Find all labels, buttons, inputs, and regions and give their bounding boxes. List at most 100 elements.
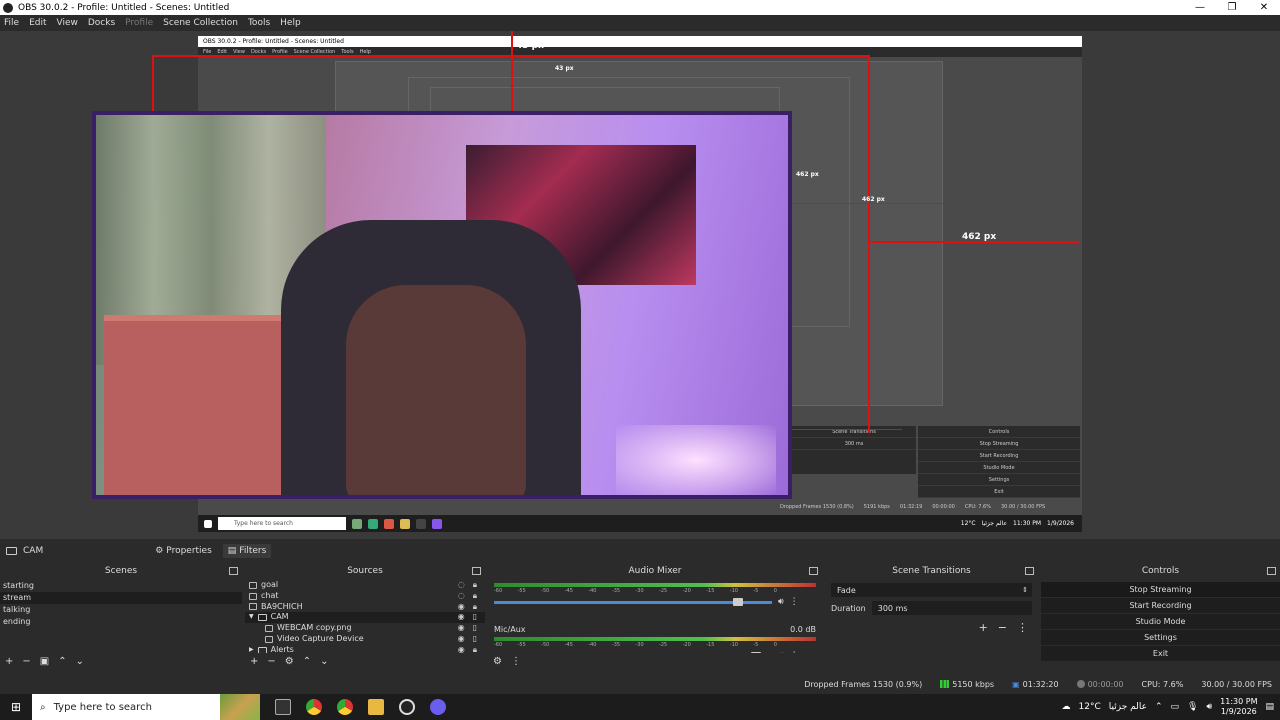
weather-temp: 12°C [1078,702,1101,712]
windows-start-icon[interactable]: ⊞ [0,694,32,720]
undock-icon[interactable] [1025,567,1034,575]
eye-icon[interactable]: ◉ [458,634,465,645]
lock-icon[interactable]: 🔒︎ [473,580,477,591]
expand-arrow-icon[interactable]: ▶ [249,645,254,653]
menu-view[interactable]: View [57,18,78,28]
nested-exit: Exit [918,486,1080,498]
speaker-icon[interactable]: 🔊︎ [778,597,784,607]
volume-slider-knob[interactable] [751,651,762,653]
menu-profile[interactable]: Profile [125,18,153,28]
remove-transition-icon[interactable]: − [998,621,1007,634]
network-icon[interactable]: ▭ [1171,702,1180,712]
source-item[interactable]: BA9CHICH ◉ 🔒︎ [245,602,485,613]
exit-button[interactable]: Exit [1041,646,1280,662]
preview-area[interactable]: OBS 30.0.2 - Profile: Untitled - Scenes:… [0,31,1280,539]
scene-item[interactable]: talking [0,604,242,616]
volume-slider-knob[interactable] [732,597,743,606]
menu-help[interactable]: Help [280,18,301,28]
obs-logo-icon [3,2,13,13]
properties-button[interactable]: ⚙ Properties [150,544,217,558]
scene-item[interactable]: stream [0,592,242,604]
menu-scene-collection[interactable]: Scene Collection [163,18,238,28]
more-icon[interactable]: ⋮ [790,651,799,653]
add-transition-icon[interactable]: + [979,621,988,634]
scene-filters-icon[interactable]: ▣ [40,656,49,667]
sources-list[interactable]: goal ◌ 🔒︎ chat ◌ 🔒︎ BA9CHICH ◉ 🔒︎ ▼ CAM ◉ ▯ [245,580,485,653]
undock-icon[interactable] [472,567,481,575]
scene-item[interactable]: ending [0,616,242,628]
nested-statusbar: Dropped Frames 1530 (0.8%) 5191 kbps 01:… [780,500,1080,513]
clock[interactable]: 11:30 PM 1/9/2026 [1220,697,1257,717]
scene-item[interactable]: starting [0,580,242,592]
speaker-icon[interactable]: 🔊︎ [778,651,784,653]
volume-meter [494,637,816,641]
menu-docks[interactable]: Docks [88,18,115,28]
eye-icon[interactable]: ◉ [458,602,465,613]
move-down-icon[interactable]: ⌄ [76,656,84,667]
source-item[interactable]: goal ◌ 🔒︎ [245,580,485,591]
expand-arrow-icon[interactable]: ▼ [249,612,254,623]
source-item[interactable]: ▶ Alerts ◉ 🔒︎ [245,645,485,653]
maximize-button[interactable]: ❐ [1216,2,1248,13]
chrome-icon[interactable] [306,699,322,715]
settings-button[interactable]: Settings [1041,630,1280,646]
studio-mode-button[interactable]: Studio Mode [1041,614,1280,630]
nested-discord-icon [432,518,442,529]
source-item[interactable]: chat ◌ 🔒︎ [245,591,485,602]
undock-icon[interactable] [1267,567,1276,575]
webcam-source[interactable] [92,111,792,499]
hidden-eye-icon[interactable]: ◌ [458,591,465,602]
nested-obs-icon [416,518,426,529]
tray-chevron-icon[interactable]: ⌃ [1155,702,1163,712]
notification-icon[interactable]: ▤ [1265,702,1274,712]
unlock-icon[interactable]: ▯ [473,623,477,634]
unlock-icon[interactable]: ▯ [473,612,477,623]
transition-select[interactable]: Fade ⇕ [831,583,1032,597]
volume-icon[interactable]: 🔊︎ [1206,702,1212,712]
lock-icon[interactable]: 🔒︎ [473,591,477,602]
more-icon[interactable]: ⋮ [511,656,521,667]
discord-icon[interactable] [430,699,446,715]
advanced-audio-icon[interactable]: ⚙ [493,656,502,667]
close-button[interactable]: ✕ [1248,2,1280,13]
menu-edit[interactable]: Edit [29,18,46,28]
add-scene-icon[interactable]: + [5,656,13,667]
undock-icon[interactable] [809,567,818,575]
start-recording-button[interactable]: Start Recording [1041,598,1280,614]
source-properties-icon[interactable]: ⚙ [285,656,294,667]
source-type-icon [249,592,257,600]
taskbar-search[interactable]: ⌕ Type here to search [32,694,260,720]
chrome-profile-icon[interactable] [337,699,353,715]
undock-icon[interactable] [229,567,238,575]
scenes-list[interactable]: starting stream talking ending [0,580,242,653]
duration-input[interactable]: 300 ms [871,601,1032,615]
more-icon[interactable]: ⋮ [1017,621,1028,634]
move-down-icon[interactable]: ⌄ [320,656,328,667]
source-item[interactable]: ▼ CAM ◉ ▯ [245,612,485,624]
lock-icon[interactable]: 🔒︎ [473,645,477,653]
menu-file[interactable]: File [4,18,19,28]
volume-slider[interactable] [494,597,772,606]
source-item[interactable]: Video Capture Device ◉ ▯ [245,634,485,645]
more-icon[interactable]: ⋮ [790,597,799,607]
hidden-eye-icon[interactable]: ◌ [458,580,465,591]
microphone-icon[interactable]: 🎙︎ [1187,702,1198,712]
obs-icon[interactable] [399,699,415,715]
add-source-icon[interactable]: + [250,656,258,667]
eye-icon[interactable]: ◉ [458,623,465,634]
move-up-icon[interactable]: ⌃ [303,656,311,667]
eye-icon[interactable]: ◉ [458,645,465,653]
file-explorer-icon[interactable] [368,699,384,715]
minimize-button[interactable]: — [1184,2,1216,13]
remove-source-icon[interactable]: − [267,656,275,667]
unlock-icon[interactable]: ▯ [473,634,477,645]
eye-icon[interactable]: ◉ [458,612,465,623]
task-view-icon[interactable] [275,699,291,715]
remove-scene-icon[interactable]: − [22,656,30,667]
move-up-icon[interactable]: ⌃ [58,656,66,667]
menu-tools[interactable]: Tools [248,18,270,28]
source-item[interactable]: WEBCAM copy.png ◉ ▯ [245,623,485,634]
filters-button[interactable]: ▤ Filters [222,544,272,558]
lock-icon[interactable]: 🔒︎ [473,602,477,613]
stop-streaming-button[interactable]: Stop Streaming [1041,582,1280,598]
